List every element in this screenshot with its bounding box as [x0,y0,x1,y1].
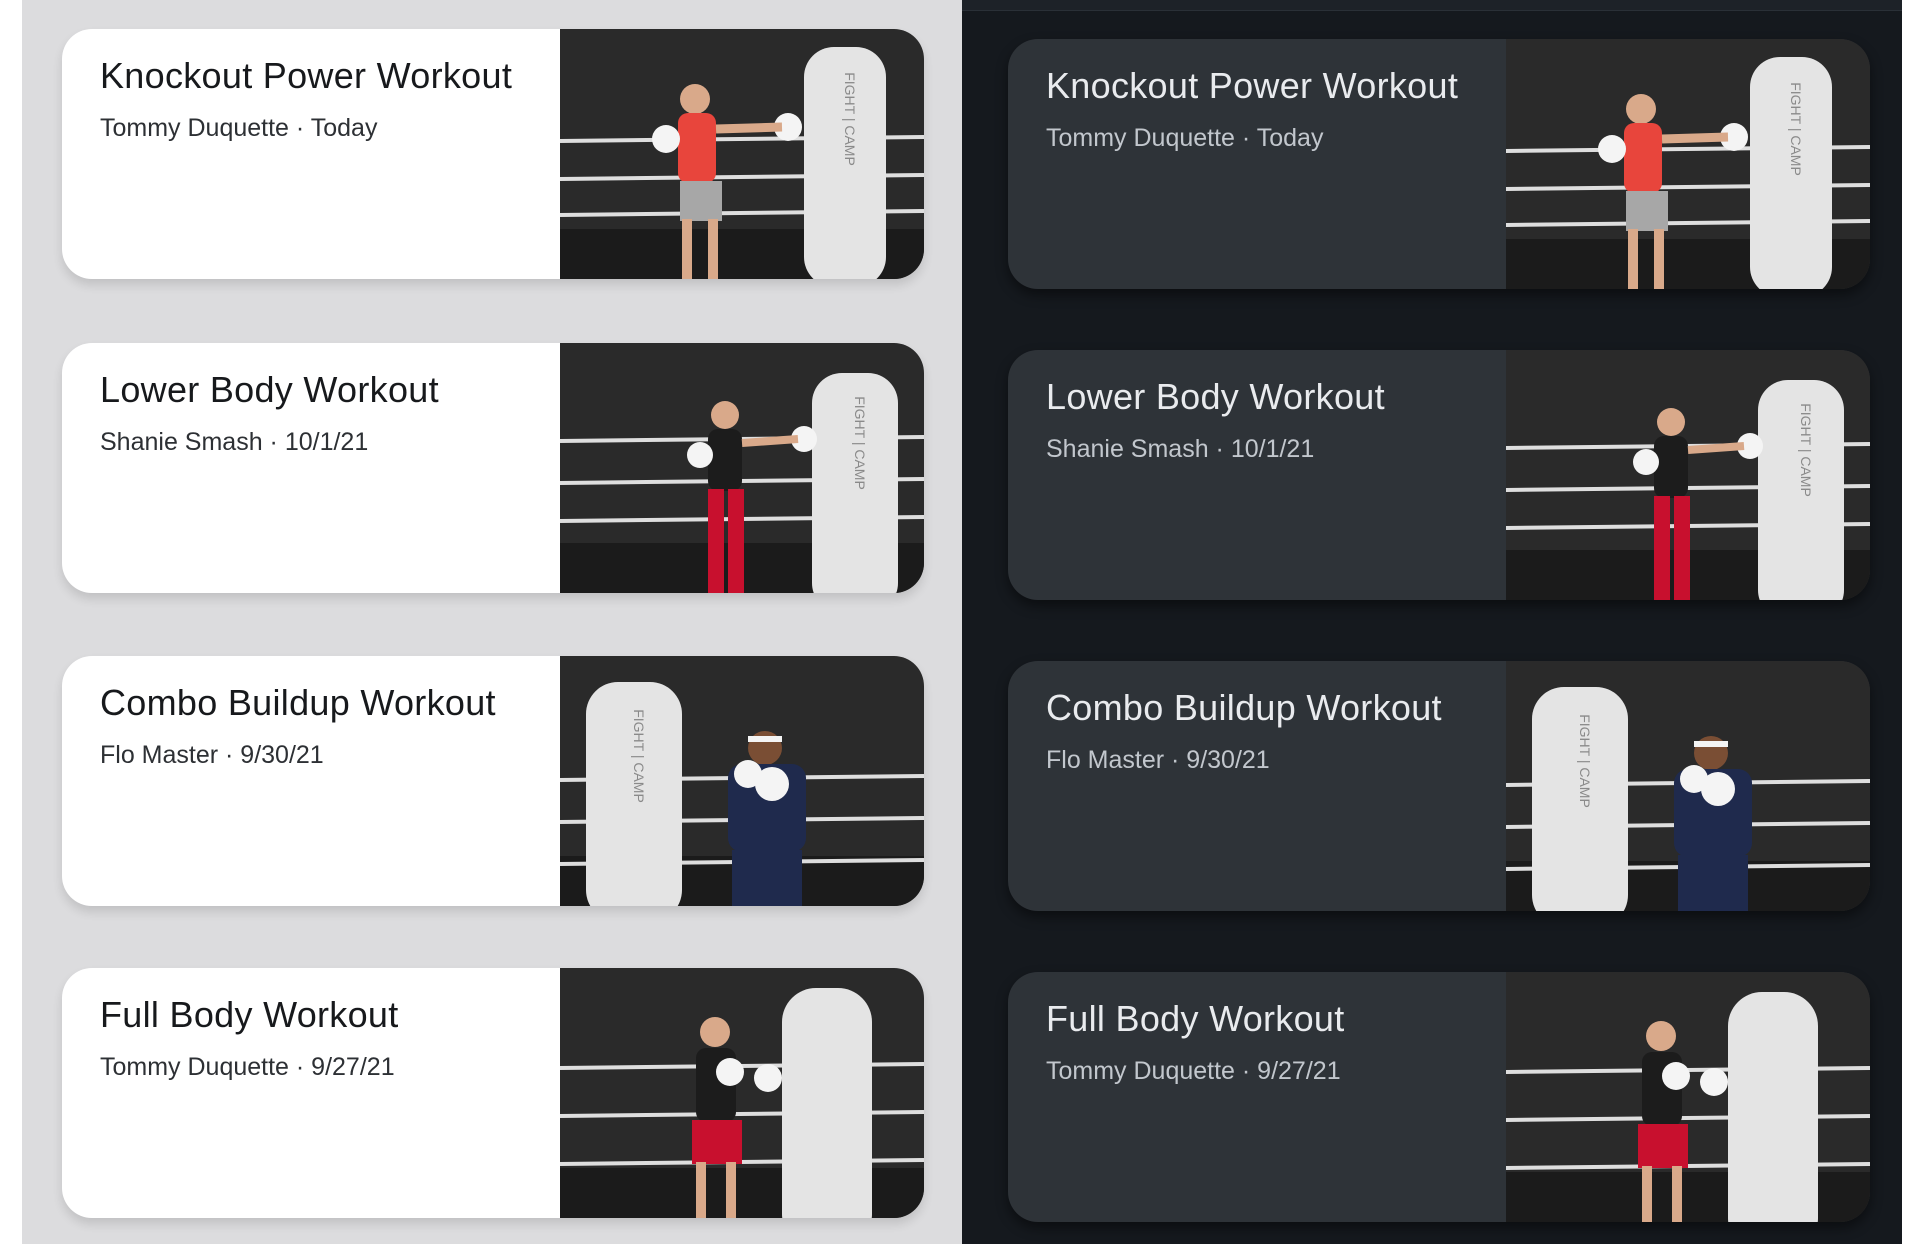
trainer-with-punching-bag-image: FIGHT | CAMP [560,343,924,593]
workout-card[interactable]: Combo Buildup Workout Flo Master · 9/30/… [1008,661,1870,911]
workout-subtitle: Shanie Smash · 10/1/21 [100,428,369,456]
workout-thumbnail: FIGHT | CAMP [1506,39,1870,289]
trainer-with-punching-bag-image: FIGHT | CAMP [1506,661,1870,911]
workout-subtitle: Tommy Duquette · Today [100,114,378,142]
workout-thumbnail: FIGHT | CAMP [1506,350,1870,600]
workout-card-text: Combo Buildup Workout Flo Master · 9/30/… [1008,661,1506,911]
workout-card-text: Combo Buildup Workout Flo Master · 9/30/… [62,656,560,906]
workout-title: Lower Body Workout [100,369,439,410]
workout-subtitle: Tommy Duquette · Today [1046,124,1324,152]
dark-theme-panel: Knockout Power Workout Tommy Duquette · … [962,0,1902,1244]
workout-thumbnail: FIGHT | CAMP [560,656,924,906]
workout-card-text: Full Body Workout Tommy Duquette · 9/27/… [62,968,560,1218]
bag-logo-text: FIGHT | CAMP [852,396,868,490]
trainer-with-punching-bag-image: FIGHT | CAMP [560,656,924,906]
bag-logo-text: FIGHT | CAMP [842,72,858,166]
workout-card[interactable]: Full Body Workout Tommy Duquette · 9/27/… [1008,972,1870,1222]
workout-card-text: Full Body Workout Tommy Duquette · 9/27/… [1008,972,1506,1222]
workout-card-text: Knockout Power Workout Tommy Duquette · … [1008,39,1506,289]
bag-logo-text: FIGHT | CAMP [631,709,647,803]
workout-title: Full Body Workout [1046,998,1345,1039]
workout-card-text: Lower Body Workout Shanie Smash · 10/1/2… [62,343,560,593]
workout-card[interactable]: Lower Body Workout Shanie Smash · 10/1/2… [62,343,924,593]
workout-card[interactable]: Full Body Workout Tommy Duquette · 9/27/… [62,968,924,1218]
workout-title: Combo Buildup Workout [100,682,496,723]
workout-thumbnail [560,968,924,1218]
workout-title: Knockout Power Workout [1046,65,1459,106]
workout-title: Full Body Workout [100,994,399,1035]
workout-card[interactable]: Lower Body Workout Shanie Smash · 10/1/2… [1008,350,1870,600]
workout-card[interactable]: Combo Buildup Workout Flo Master · 9/30/… [62,656,924,906]
workout-subtitle: Tommy Duquette · 9/27/21 [100,1053,395,1081]
workout-title: Combo Buildup Workout [1046,687,1442,728]
workout-thumbnail [1506,972,1870,1222]
trainer-with-punching-bag-image: FIGHT | CAMP [1506,39,1870,289]
workout-title: Knockout Power Workout [100,55,513,96]
workout-subtitle: Flo Master · 9/30/21 [1046,746,1270,774]
bag-logo-text: FIGHT | CAMP [1577,714,1593,808]
trainer-with-punching-bag-image [560,968,924,1218]
workout-card-text: Lower Body Workout Shanie Smash · 10/1/2… [1008,350,1506,600]
workout-subtitle: Shanie Smash · 10/1/21 [1046,435,1315,463]
top-divider [962,0,1902,11]
workout-thumbnail: FIGHT | CAMP [1506,661,1870,911]
workout-card-text: Knockout Power Workout Tommy Duquette · … [62,29,560,279]
workout-subtitle: Tommy Duquette · 9/27/21 [1046,1057,1341,1085]
bag-logo-text: FIGHT | CAMP [1788,82,1804,176]
light-theme-panel: Knockout Power Workout Tommy Duquette · … [22,0,962,1244]
workout-title: Lower Body Workout [1046,376,1385,417]
workout-thumbnail: FIGHT | CAMP [560,343,924,593]
workout-thumbnail: FIGHT | CAMP [560,29,924,279]
workout-subtitle: Flo Master · 9/30/21 [100,741,324,769]
trainer-with-punching-bag-image: FIGHT | CAMP [560,29,924,279]
trainer-with-punching-bag-image: FIGHT | CAMP [1506,350,1870,600]
workout-card[interactable]: Knockout Power Workout Tommy Duquette · … [1008,39,1870,289]
workout-card[interactable]: Knockout Power Workout Tommy Duquette · … [62,29,924,279]
bag-logo-text: FIGHT | CAMP [1798,403,1814,497]
trainer-with-punching-bag-image [1506,972,1870,1222]
